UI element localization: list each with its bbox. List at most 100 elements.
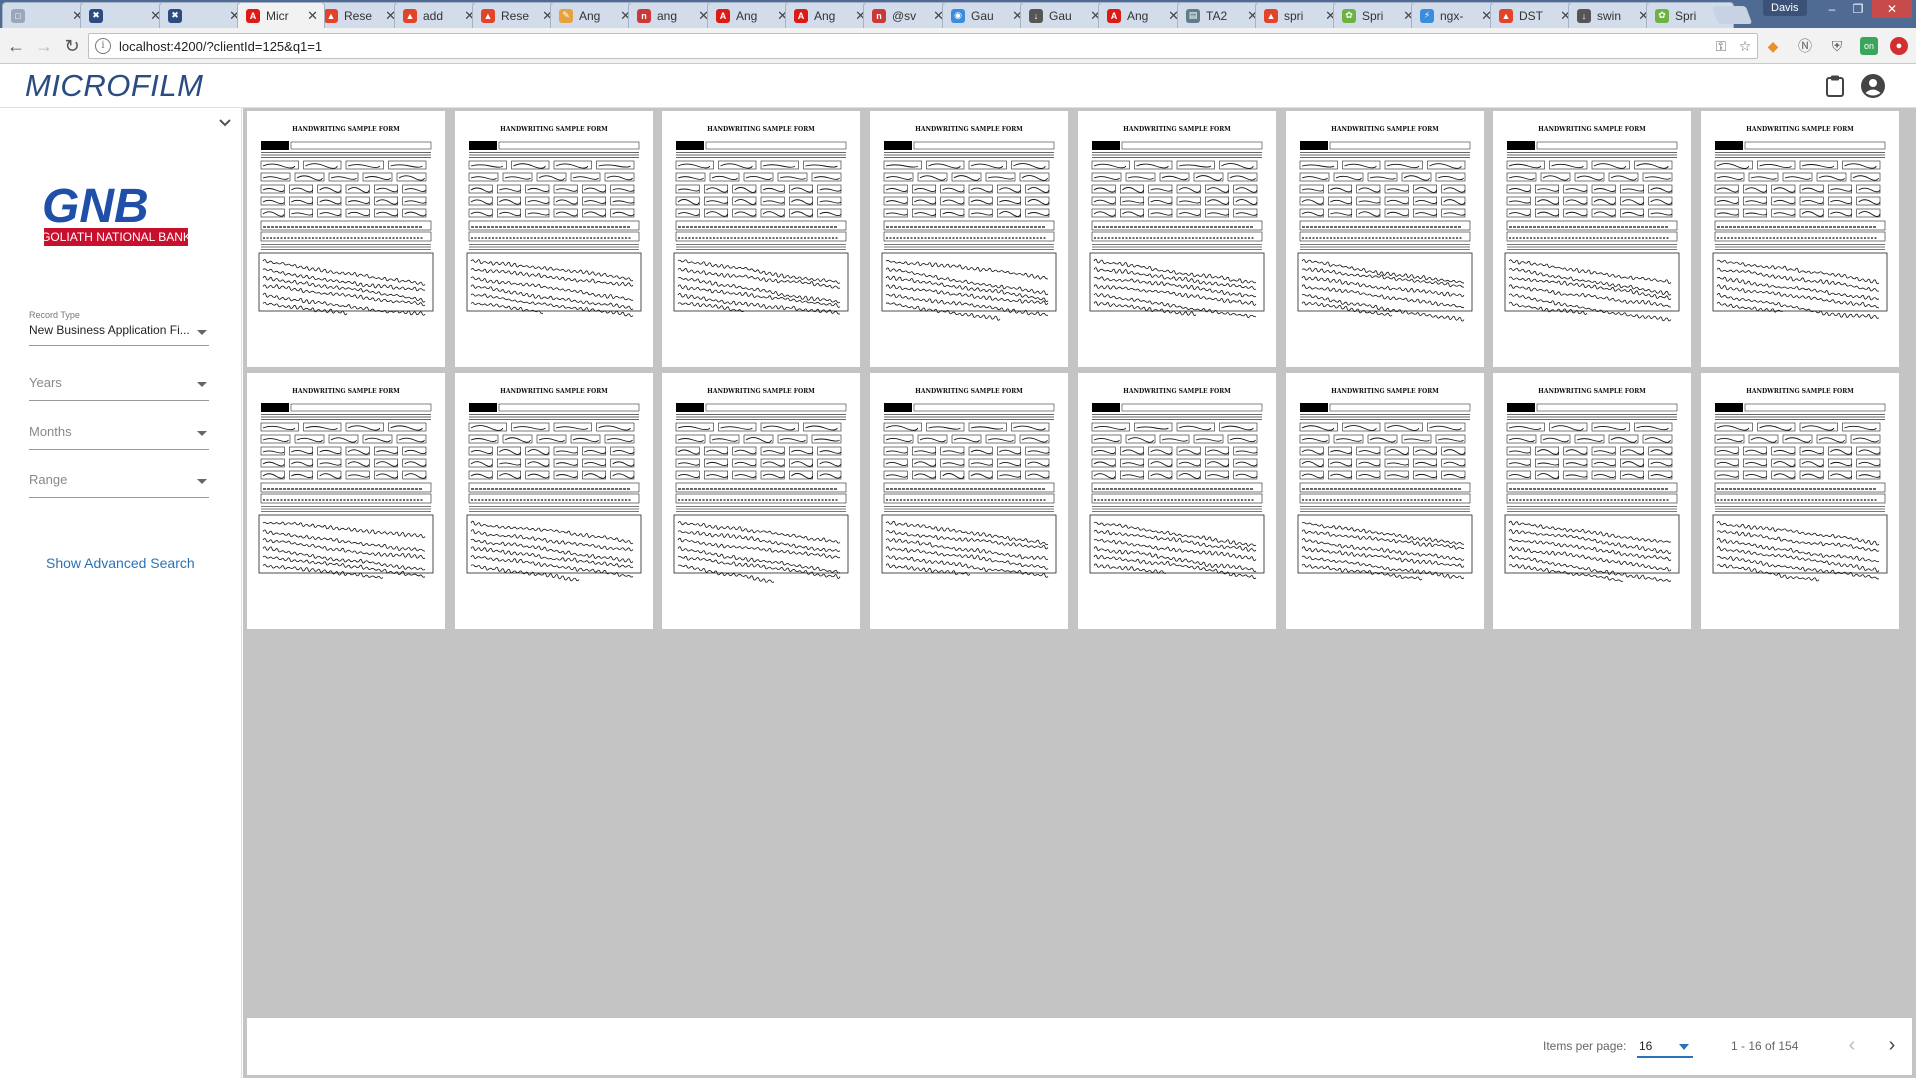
document-title: HANDWRITING SAMPLE FORM xyxy=(1331,388,1439,395)
months-select[interactable]: Months xyxy=(29,424,209,450)
document-title: HANDWRITING SAMPLE FORM xyxy=(500,126,608,133)
browser-tab[interactable]: n ang ✕ xyxy=(628,2,716,28)
extension-shield-icon[interactable]: ⛨ xyxy=(1828,37,1846,55)
clipboard-icon[interactable] xyxy=(1824,74,1846,98)
angular-icon: A xyxy=(246,8,260,23)
browser-tab-title: Ang xyxy=(579,8,601,23)
document-thumbnail[interactable]: HANDWRITING SAMPLE FORM xyxy=(455,111,653,367)
items-per-page-select[interactable]: 16 xyxy=(1637,1034,1693,1058)
document-title: HANDWRITING SAMPLE FORM xyxy=(500,388,608,395)
document-thumbnail[interactable]: HANDWRITING SAMPLE FORM xyxy=(247,111,445,367)
app-brand[interactable]: MICROFILM xyxy=(25,68,203,104)
document-thumbnail[interactable]: HANDWRITING SAMPLE FORM xyxy=(1701,373,1899,629)
browser-tab[interactable]: n @sv ✕ xyxy=(863,2,951,28)
gitlab-icon: ▲ xyxy=(403,8,417,23)
browser-toolbar: ← → ↻ i localhost:4200/?clientId=125&q1=… xyxy=(0,28,1916,64)
years-dropdown-icon xyxy=(197,382,207,387)
browser-tab[interactable]: ▲ add ✕ xyxy=(394,2,482,28)
document-thumbnail[interactable]: HANDWRITING SAMPLE FORM xyxy=(870,373,1068,629)
restore-icon[interactable]: ❐ xyxy=(1846,0,1870,18)
document-thumbnail[interactable]: HANDWRITING SAMPLE FORM xyxy=(1078,111,1276,367)
browser-tab[interactable]: ▲ spri ✕ xyxy=(1255,2,1343,28)
months-dropdown-icon xyxy=(197,431,207,436)
reload-icon[interactable]: ↻ xyxy=(60,35,84,57)
npm-icon: n xyxy=(872,8,886,23)
new-tab-button[interactable] xyxy=(1711,6,1753,24)
document-thumbnail[interactable]: HANDWRITING SAMPLE FORM xyxy=(870,111,1068,367)
record-type-select[interactable]: Record Type New Business Application Fi.… xyxy=(29,310,209,346)
gitlab-icon: ▲ xyxy=(481,8,495,23)
minimize-icon[interactable]: – xyxy=(1820,0,1844,18)
angular-icon: A xyxy=(794,8,808,23)
browser-tab[interactable]: ↓ swin ✕ xyxy=(1568,2,1656,28)
browser-tab[interactable]: ⚡ ngx- ✕ xyxy=(1411,2,1499,28)
record-type-value: New Business Application Fi... xyxy=(29,323,190,337)
browser-tab[interactable]: ✿Spri✕ xyxy=(1333,2,1421,28)
browser-tab[interactable]: ▤ TA2 ✕ xyxy=(1177,2,1265,28)
document-thumbnail[interactable]: HANDWRITING SAMPLE FORM xyxy=(1493,373,1691,629)
browser-tab[interactable]: A Ang ✕ xyxy=(1098,2,1186,28)
angular-icon: A xyxy=(1107,8,1121,23)
app-header: MICROFILM xyxy=(0,64,1916,108)
record-type-dropdown-icon xyxy=(197,330,207,335)
browser-tab-title: Spri xyxy=(1675,8,1697,23)
months-placeholder: Months xyxy=(29,424,72,439)
document-thumbnail[interactable]: HANDWRITING SAMPLE FORM xyxy=(1493,111,1691,367)
document-thumbnail[interactable]: HANDWRITING SAMPLE FORM xyxy=(1286,111,1484,367)
extension-v-icon[interactable]: Ⓝ xyxy=(1796,37,1814,55)
years-select[interactable]: Years xyxy=(29,375,209,401)
document-thumbnail[interactable]: HANDWRITING SAMPLE FORM xyxy=(1078,373,1276,629)
key-icon[interactable]: ⚿ xyxy=(1712,37,1730,55)
browser-profile-button[interactable]: Davis xyxy=(1763,0,1807,16)
bank-logo-name: GOLIATH NATIONAL BANK xyxy=(41,230,191,244)
items-per-page-dropdown-icon xyxy=(1679,1044,1689,1050)
document-title: HANDWRITING SAMPLE FORM xyxy=(1746,388,1854,395)
close-window-icon[interactable]: ✕ xyxy=(1872,0,1912,18)
document-thumbnail[interactable]: HANDWRITING SAMPLE FORM xyxy=(662,373,860,629)
document-title: HANDWRITING SAMPLE FORM xyxy=(915,126,1023,133)
previous-page-icon[interactable]: ‹ xyxy=(1840,1034,1864,1058)
browser-tab[interactable]: A Ang ✕ xyxy=(785,2,873,28)
browser-tab-title: Ang xyxy=(814,8,836,23)
gitlab-icon: ▲ xyxy=(1264,8,1278,23)
browser-tab[interactable]: □ ✕ xyxy=(2,2,90,28)
browser-tab-strip: □ ✕ ✖ ✕ ✖ ✕ A Micr ✕ ▲ Rese ✕ ▲ add ✕ ▲ Rese ✕ ✎ Ang ✕ n ang ✕ A… xyxy=(0,0,1916,28)
document-thumbnail[interactable]: HANDWRITING SAMPLE FORM xyxy=(1286,373,1484,629)
chevron-down-icon[interactable] xyxy=(216,114,234,132)
spring-icon: ✿ xyxy=(1655,8,1669,23)
document-thumbnail[interactable]: HANDWRITING SAMPLE FORM xyxy=(455,373,653,629)
extension-red-icon[interactable]: ● xyxy=(1890,37,1908,55)
document-thumbnail[interactable]: HANDWRITING SAMPLE FORM xyxy=(247,373,445,629)
browser-tab[interactable]: ✖ ✕ xyxy=(159,2,247,28)
page-icon: □ xyxy=(11,8,25,23)
browser-tab[interactable]: ✎ Ang ✕ xyxy=(550,2,638,28)
document-title: HANDWRITING SAMPLE FORM xyxy=(1331,126,1439,133)
document-title: HANDWRITING SAMPLE FORM xyxy=(707,388,815,395)
extension-green-icon[interactable]: on xyxy=(1860,37,1878,55)
browser-tab[interactable]: ↓ Gau ✕ xyxy=(1020,2,1108,28)
close-tab-icon[interactable]: ✕ xyxy=(307,8,318,24)
browser-tab[interactable]: A Micr ✕ xyxy=(237,2,325,28)
browser-tab-title: Spri xyxy=(1362,8,1384,23)
account-circle-icon[interactable] xyxy=(1860,73,1886,99)
browser-tab[interactable]: ✖ ✕ xyxy=(80,2,168,28)
browser-tab[interactable]: ▲ Rese ✕ xyxy=(315,2,403,28)
browser-tab[interactable]: ▲ Rese ✕ xyxy=(472,2,560,28)
address-bar[interactable]: i localhost:4200/?clientId=125&q1=1 xyxy=(88,33,1758,59)
site-info-icon[interactable]: i xyxy=(95,38,111,54)
document-thumbnail[interactable]: HANDWRITING SAMPLE FORM xyxy=(662,111,860,367)
browser-tab[interactable]: ◉ Gau ✕ xyxy=(942,2,1030,28)
browser-tab-title: swin xyxy=(1597,8,1622,23)
browser-tab[interactable]: ▲ DST ✕ xyxy=(1490,2,1578,28)
back-icon[interactable]: ← xyxy=(4,35,28,57)
range-select[interactable]: Range xyxy=(29,472,209,498)
browser-tab[interactable]: A Ang ✕ xyxy=(707,2,795,28)
next-page-icon[interactable]: › xyxy=(1880,1034,1904,1058)
url-text: localhost:4200/?clientId=125&q1=1 xyxy=(119,39,323,54)
forward-icon[interactable]: → xyxy=(32,35,56,57)
show-advanced-search-link[interactable]: Show Advanced Search xyxy=(46,555,195,571)
paginator: Items per page: 16 1 - 16 of 154 ‹ › xyxy=(247,1018,1912,1075)
extension-diamond-icon[interactable]: ◆ xyxy=(1764,37,1782,55)
bookmark-star-icon[interactable]: ☆ xyxy=(1736,37,1754,55)
document-thumbnail[interactable]: HANDWRITING SAMPLE FORM xyxy=(1701,111,1899,367)
